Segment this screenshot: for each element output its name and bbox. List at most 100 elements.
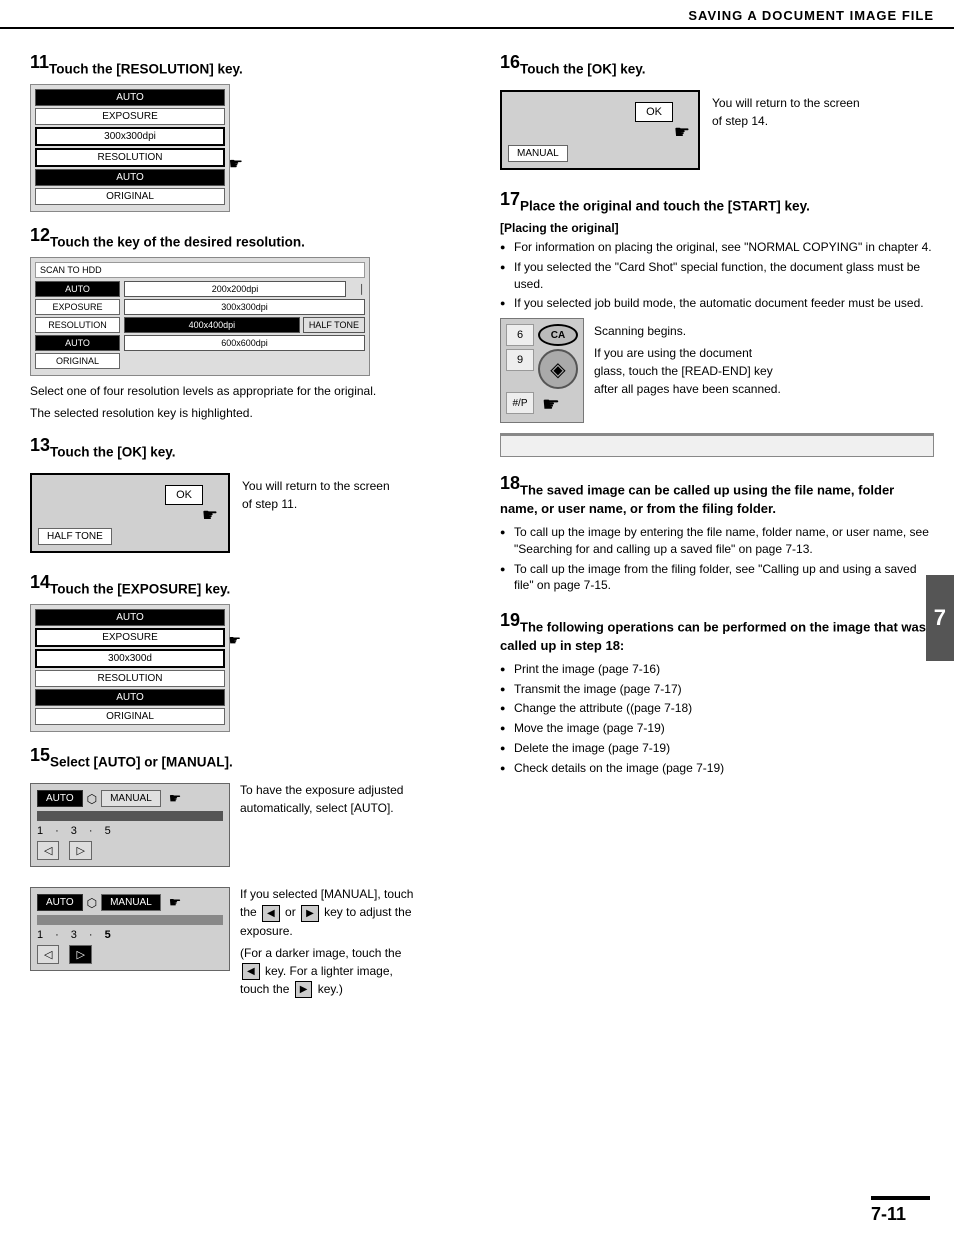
hand-16: ☛ [674,122,690,143]
auto-btn-2[interactable]: AUTO [37,894,83,911]
step-16-ui: OK ☛ MANUAL [500,90,700,170]
bullet-18-2: To call up the image from the filing fol… [500,561,934,595]
key-start[interactable]: ◈ [538,349,578,389]
key-6[interactable]: 6 [506,324,534,346]
arrow-btns-1: ◁ ▷ [37,841,223,860]
ui14-res-val: 300x300d [35,649,225,668]
res-btn-600[interactable]: 600x600dpi [124,335,365,351]
step-12-body: AUTO EXPOSURE RESOLUTION AUTO ORIGINAL 2… [35,281,365,371]
ui14-original: ORIGINAL [35,708,225,725]
manual-btn-2[interactable]: MANUAL [101,894,161,911]
lighter-btn[interactable]: ▶ [301,905,319,922]
scale-dot1: · [55,825,59,837]
left-column: 11Touch the [RESOLUTION] key. AUTO EXPOS… [30,39,480,1012]
step-17-num: 17 [500,189,520,209]
res-btn-200[interactable]: 200x200dpi [124,281,346,297]
hand-15b: ☛ [169,894,182,911]
right-arrow-btn-2[interactable]: ▷ [69,945,91,964]
step-15-block: 15Select [AUTO] or [MANUAL]. AUTO ⬡ MANU… [30,744,480,1002]
ui12-resolution[interactable]: RESOLUTION [35,317,120,333]
scale2-dot1: · [55,929,59,941]
right-arrow-btn-1[interactable]: ▷ [69,841,91,860]
key-ca[interactable]: CA [538,324,578,346]
step-17-heading: 17Place the original and touch the [STAR… [500,188,934,215]
auto-manual-row-2: AUTO ⬡ MANUAL ☛ [37,894,223,911]
hand-15a: ☛ [169,790,182,807]
hand-14: ☛ [228,632,241,649]
left-arrow-btn-1[interactable]: ◁ [37,841,59,860]
step-19-label: The following operations can be performe… [500,620,926,653]
step-13-label: Touch the [OK] key. [50,445,176,460]
ui-auto2-row: AUTO [35,169,225,186]
ui14-auto: AUTO [35,609,225,626]
step-15-num: 15 [30,745,50,765]
keypad-mid-row: 9 ◈ [506,349,578,389]
bullet-19-1: Print the image (page 7-16) [500,661,934,678]
manual-btn-1[interactable]: MANUAL [101,790,161,807]
step-11-label: Touch the [RESOLUTION] key. [49,62,243,77]
scale2-1: 1 [37,929,43,941]
step-19-num: 19 [500,610,520,630]
note-box [500,433,934,457]
step-18-block: 18The saved image can be called up using… [500,471,934,594]
left-arrow-btn-2[interactable]: ◁ [37,945,59,964]
ui-resolution-row[interactable]: RESOLUTION ☛ [35,148,225,167]
chapter-side-tab: 7 [926,575,954,661]
darker-btn2[interactable]: ◀ [242,963,260,980]
step-16-block: 16Touch the [OK] key. OK ☛ MANUAL You wi… [500,51,934,176]
step-15-label: Select [AUTO] or [MANUAL]. [50,755,233,770]
right-column: 16Touch the [OK] key. OK ☛ MANUAL You wi… [500,39,934,1012]
header-title: SAVING A DOCUMENT IMAGE FILE [688,8,934,23]
ui14-exposure[interactable]: EXPOSURE ☛ [35,628,225,647]
res-row-600: 600x600dpi [124,335,365,351]
scale2-5: 5 [105,929,111,941]
ui-resolution-val-row[interactable]: 300x300dpi [35,127,225,146]
step-13-desc: You will return to the screen of step 11… [242,477,402,513]
step-14-heading: 14Touch the [EXPOSURE] key. [30,571,480,598]
key-9[interactable]: 9 [506,349,534,371]
step-15-desc1: To have the exposure adjusted automatica… [240,781,420,817]
step-12-heading: 12Touch the key of the desired resolutio… [30,224,480,251]
scale-dot2: · [89,825,93,837]
scale-row-1: 1 · 3 · 5 [37,825,223,837]
auto-btn-1[interactable]: AUTO [37,790,83,807]
step-18-label: The saved image can be called up using t… [500,483,894,516]
step-16-num: 16 [500,52,520,72]
scrollbar: │ [349,284,365,294]
res-btn-300[interactable]: 300x300dpi [124,299,365,315]
ui14-resolution: RESOLUTION [35,670,225,687]
step-15-heading: 15Select [AUTO] or [MANUAL]. [30,744,480,771]
bullet-19-3: Change the attribute ((page 7-18) [500,700,934,717]
step-12-right-panel: 200x200dpi │ 300x300dpi 400x400dpi HALF … [124,281,365,371]
step-13-heading: 13Touch the [OK] key. [30,434,480,461]
lighter-btn2[interactable]: ▶ [295,981,313,998]
ui-exposure-row[interactable]: EXPOSURE [35,108,225,125]
step-11-num: 11 [30,52,49,72]
step-16-desc: You will return to the screen of step 14… [712,94,872,130]
ui12-original: ORIGINAL [35,353,120,369]
step-13-ui: OK ☛ HALF TONE [30,473,230,553]
step-11-heading: 11Touch the [RESOLUTION] key. [30,51,480,78]
content-area: 11Touch the [RESOLUTION] key. AUTO EXPOS… [0,29,954,1022]
halftone-btn[interactable]: HALF TONE [303,317,365,333]
step-17-block: 17Place the original and touch the [STAR… [500,188,934,423]
res-btn-400[interactable]: 400x400dpi [124,317,300,333]
placing-label: [Placing the original] [500,221,934,235]
arrow-icon-1: ⬡ [87,792,97,806]
step-17-label: Place the original and touch the [START]… [520,199,810,214]
step-14-num: 14 [30,572,50,592]
ok-btn-16[interactable]: OK [635,102,673,122]
auto-manual-row-1: AUTO ⬡ MANUAL ☛ [37,790,223,807]
bullet-18-1: To call up the image by entering the fil… [500,524,934,558]
darker-btn[interactable]: ◀ [262,905,280,922]
exposure-bar-1 [37,811,223,821]
ui12-exposure[interactable]: EXPOSURE [35,299,120,315]
res-row-200: 200x200dpi │ [124,281,365,297]
step-13-block: 13Touch the [OK] key. OK ☛ HALF TONE You… [30,434,480,559]
ok-btn-13[interactable]: OK [165,485,203,505]
keypad-bot-row: #/P ☛ [506,392,578,417]
res-row-300: 300x300dpi [124,299,365,315]
key-hashp[interactable]: #/P [506,392,534,414]
scale2-3: 3 [71,929,77,941]
step-15-desc2-block: If you selected [MANUAL], touch the ◀ or… [240,881,415,1002]
